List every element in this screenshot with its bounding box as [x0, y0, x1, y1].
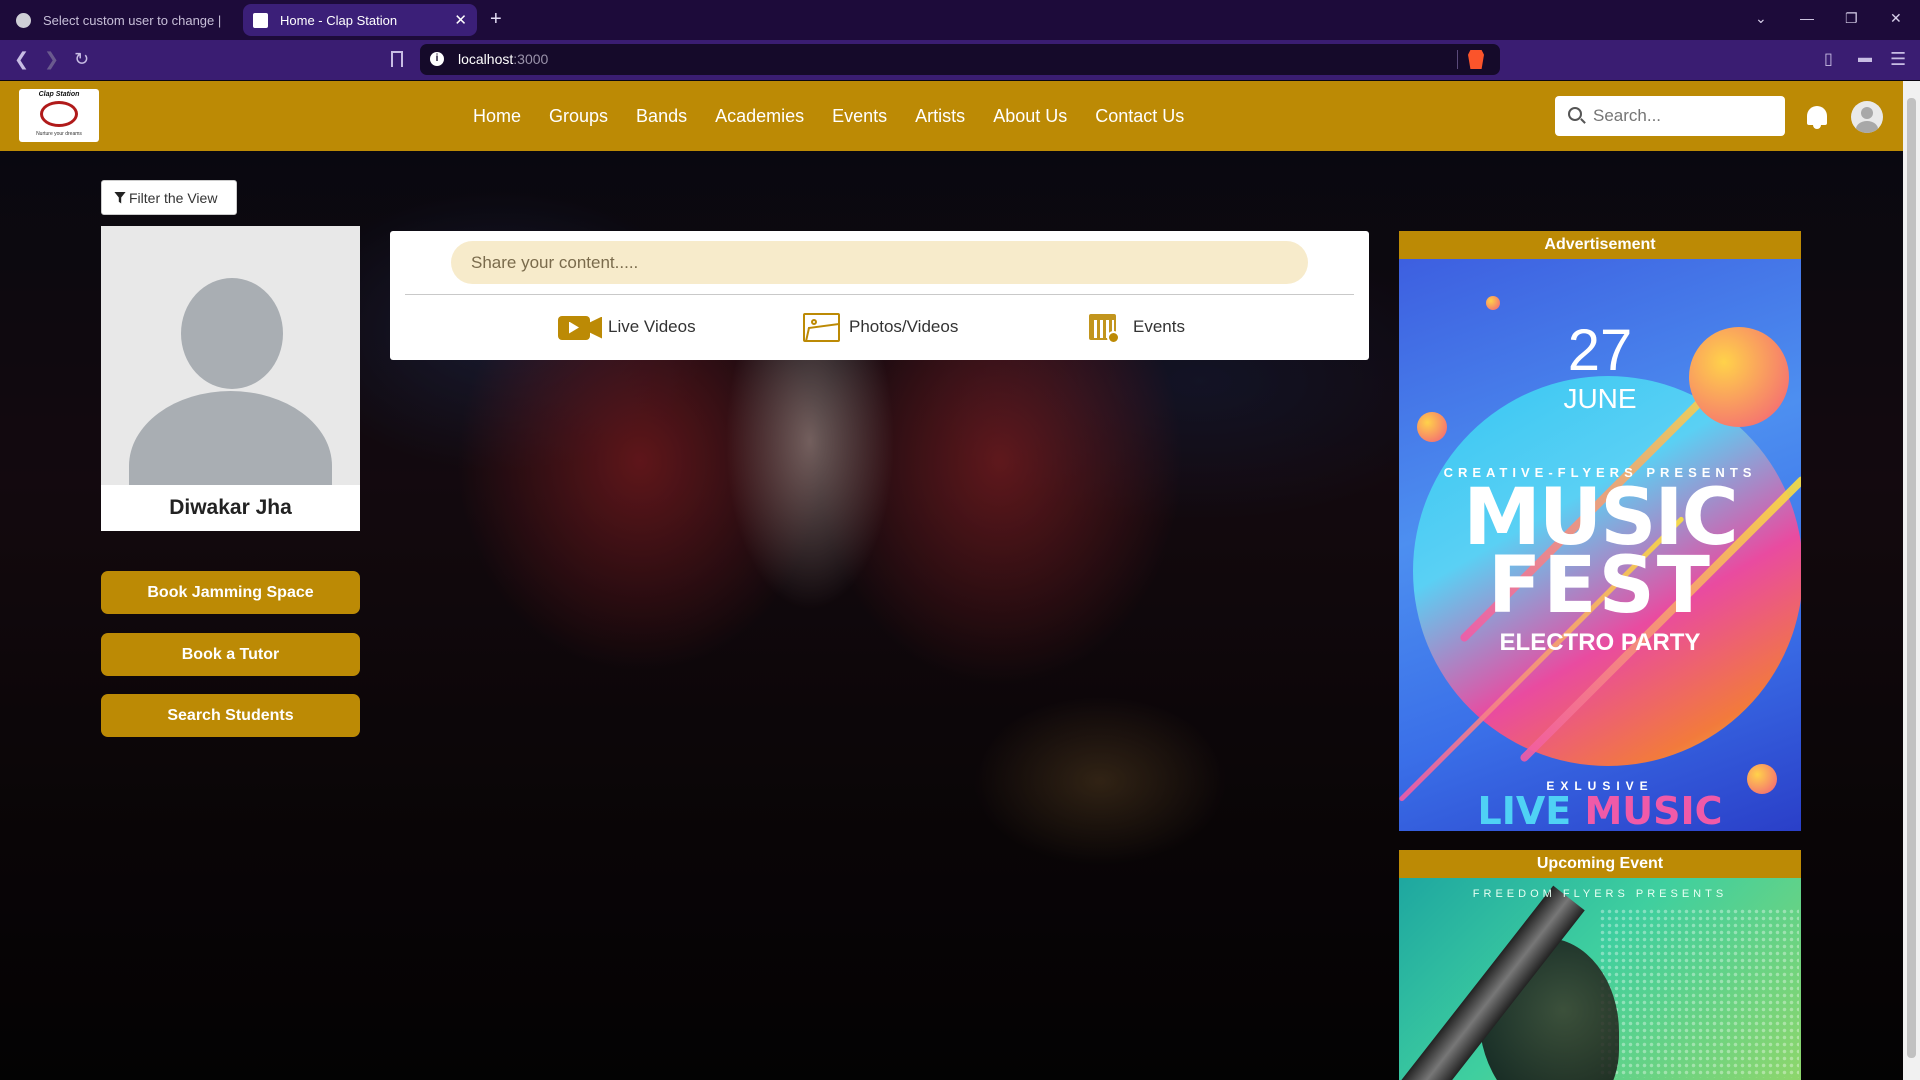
nav-home[interactable]: Home — [473, 106, 521, 127]
close-tab-icon[interactable]: ✕ — [454, 11, 467, 29]
tab-title: Select custom user to change | Djan — [43, 12, 224, 28]
poster-dot — [1486, 296, 1500, 310]
scrollbar-thumb[interactable] — [1907, 98, 1916, 1058]
main-content: Filter the View Diwakar Jha Book Jamming… — [0, 81, 1903, 1080]
address-divider — [1457, 50, 1458, 69]
menu-icon[interactable]: ☰ — [1890, 49, 1906, 70]
logo-tagline: Nurture your dreams — [36, 131, 82, 137]
poster-live-music: LIVE MUSIC — [1477, 789, 1723, 831]
search-box — [1555, 96, 1785, 136]
poster-day: 27 — [1567, 318, 1633, 383]
logo-caption: Clap Station — [38, 91, 80, 98]
browser-tab-django-admin[interactable]: Select custom user to change | Djan — [6, 4, 234, 36]
url-text: localhost:3000 — [458, 51, 549, 67]
live-videos-option[interactable]: Live Videos — [558, 311, 696, 343]
composer-divider — [405, 294, 1354, 295]
avatar-head — [181, 278, 283, 389]
notification-bell-icon[interactable] — [1805, 104, 1829, 130]
nav-contact-us[interactable]: Contact Us — [1095, 106, 1184, 127]
search-students-button[interactable]: Search Students — [101, 694, 360, 737]
site-info-icon[interactable]: i — [430, 52, 444, 66]
page-scrollbar[interactable] — [1903, 81, 1920, 1080]
close-window-icon[interactable]: ✕ — [1890, 10, 1902, 27]
poster-dot — [1417, 412, 1447, 442]
sidebar-toggle-icon[interactable]: ▯ — [1824, 49, 1833, 69]
page-viewport: Clap Station Nurture your dreams Home Gr… — [0, 81, 1920, 1080]
site-logo[interactable]: Clap Station Nurture your dreams — [19, 89, 99, 142]
poster-title-line2: FEST — [1488, 541, 1712, 631]
post-composer: Live Videos Photos/Videos Events — [390, 231, 1369, 360]
nav-groups[interactable]: Groups — [549, 106, 608, 127]
nav-events[interactable]: Events — [832, 106, 887, 127]
poster-presenter: FREEDOM FLYERS PRESENTS — [1472, 888, 1728, 900]
forward-icon[interactable]: ❯ — [44, 49, 59, 70]
new-tab-icon[interactable]: + — [490, 8, 502, 31]
advertisement-heading: Advertisement — [1399, 231, 1801, 259]
extension-icon[interactable]: ▬ — [1858, 49, 1872, 65]
search-input[interactable] — [1593, 96, 1778, 136]
photos-videos-option[interactable]: Photos/Videos — [803, 311, 958, 343]
tab-list-chevron-icon[interactable]: ⌄ — [1755, 10, 1767, 27]
poster-halftone — [1599, 908, 1799, 1078]
profile-card: Diwakar Jha — [101, 226, 360, 531]
brave-shields-icon[interactable] — [1468, 50, 1484, 69]
filter-view-button[interactable]: Filter the View — [101, 180, 237, 215]
image-icon — [803, 312, 840, 342]
nav-about-us[interactable]: About Us — [993, 106, 1067, 127]
nav-artists[interactable]: Artists — [915, 106, 965, 127]
browser-tab-strip: Select custom user to change | Djan Home… — [0, 0, 1920, 40]
site-navbar: Clap Station Nurture your dreams Home Gr… — [0, 81, 1903, 151]
poster-month: JUNE — [1563, 383, 1637, 414]
main-menu: Home Groups Bands Academies Events Artis… — [473, 81, 1212, 151]
globe-icon — [16, 12, 31, 28]
avatar-body — [129, 391, 332, 485]
search-icon — [1568, 107, 1582, 121]
filter-label: Filter the View — [129, 189, 218, 206]
tab-title: Home - Clap Station — [280, 12, 398, 28]
reload-icon[interactable]: ↻ — [74, 49, 89, 70]
upcoming-event-heading: Upcoming Event — [1399, 850, 1801, 878]
browser-tab-home[interactable]: Home - Clap Station ✕ — [243, 4, 477, 36]
share-content-input[interactable] — [451, 241, 1308, 284]
video-camera-icon — [558, 314, 602, 341]
events-option[interactable]: Events — [1089, 311, 1185, 344]
upcoming-event-poster[interactable]: FREEDOM FLYERS PRESENTS — [1399, 878, 1801, 1080]
poster-subtitle: ELECTRO PARTY — [1499, 629, 1701, 656]
filter-icon — [114, 191, 126, 204]
book-a-tutor-button[interactable]: Book a Tutor — [101, 633, 360, 676]
site-favicon-icon — [253, 12, 268, 28]
address-bar[interactable]: i localhost:3000 — [420, 44, 1500, 75]
bookmark-icon[interactable] — [391, 51, 403, 67]
option-label: Events — [1133, 317, 1185, 336]
option-label: Live Videos — [608, 317, 696, 336]
music-fest-ad-poster[interactable]: 27 JUNE CREATIVE-FLYERS PRESENTS MUSIC F… — [1399, 259, 1801, 831]
nav-bands[interactable]: Bands — [636, 106, 687, 127]
profile-picture-placeholder[interactable] — [101, 226, 360, 485]
calendar-check-icon — [1089, 311, 1120, 344]
minimize-icon[interactable]: — — [1800, 10, 1814, 26]
nav-academies[interactable]: Academies — [715, 106, 804, 127]
restore-icon[interactable]: ❐ — [1845, 10, 1858, 27]
back-icon[interactable]: ❮ — [14, 49, 29, 70]
option-label: Photos/Videos — [849, 317, 959, 336]
headphones-logo-icon — [40, 101, 78, 127]
book-jamming-space-button[interactable]: Book Jamming Space — [101, 571, 360, 614]
profile-name: Diwakar Jha — [169, 496, 292, 519]
user-avatar[interactable] — [1851, 101, 1883, 133]
